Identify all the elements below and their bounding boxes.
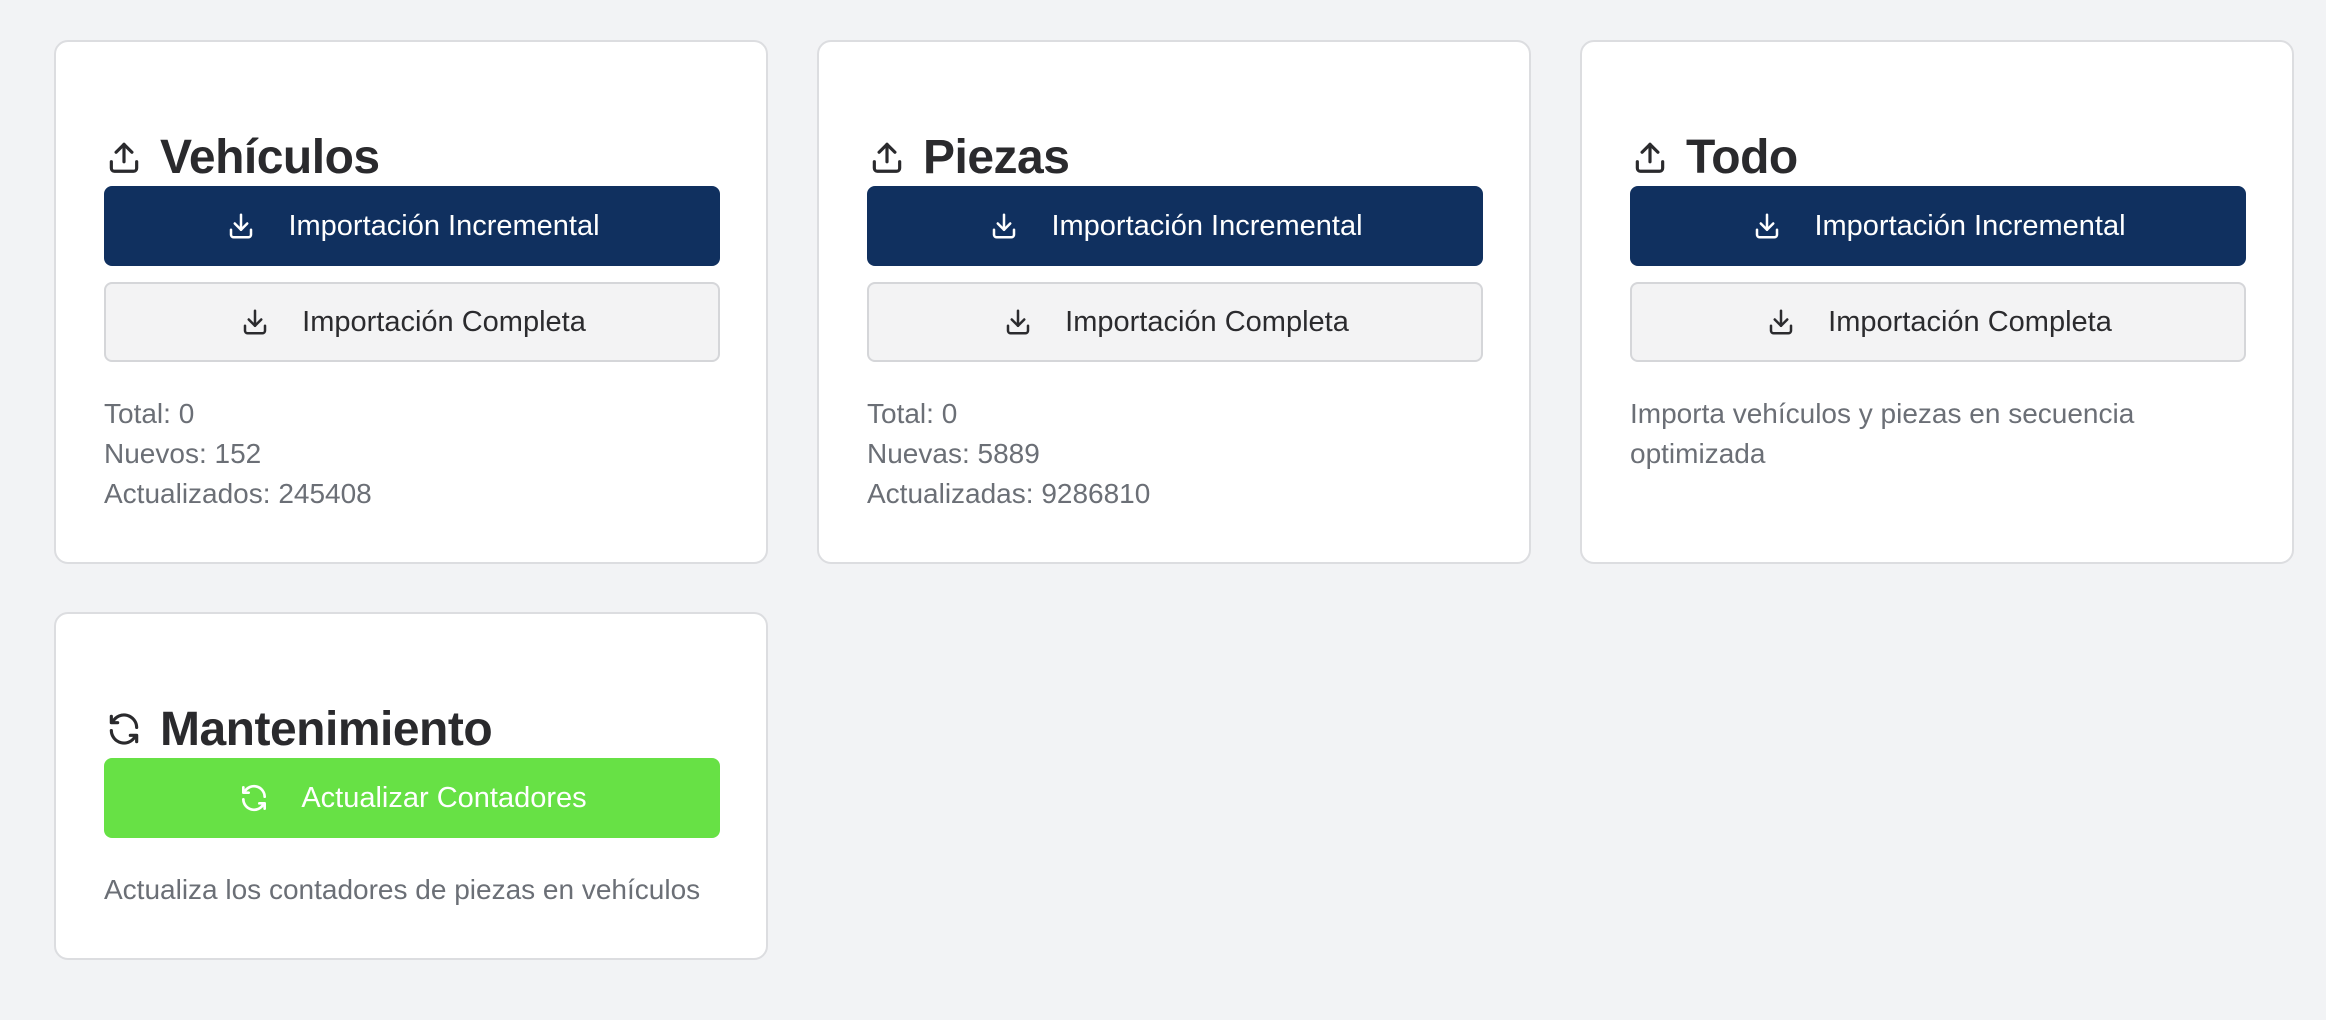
vehiculos-actualizados: Actualizados: 245408 <box>104 478 372 509</box>
upload-icon <box>867 137 907 177</box>
download-icon <box>238 305 272 339</box>
download-icon <box>224 209 258 243</box>
mantenimiento-title: Mantenimiento <box>160 702 493 756</box>
piezas-nuevas: Nuevas: 5889 <box>867 438 1040 469</box>
piezas-title: Piezas <box>923 130 1070 184</box>
vehiculos-nuevos: Nuevos: 152 <box>104 438 262 469</box>
vehiculos-stats: Total: 0 Nuevos: 152 Actualizados: 24540… <box>104 394 372 514</box>
vehiculos-card: Vehículos Importación Incremental Import… <box>54 40 768 564</box>
piezas-incremental-import-label: Importación Incremental <box>1051 209 1363 242</box>
vehiculos-title: Vehículos <box>160 130 380 184</box>
update-counters-button[interactable]: Actualizar Contadores <box>104 758 720 838</box>
upload-icon <box>104 137 144 177</box>
vehiculos-complete-import-button[interactable]: Importación Completa <box>104 282 720 362</box>
vehiculos-complete-import-label: Importación Completa <box>302 305 586 338</box>
piezas-stats: Total: 0 Nuevas: 5889 Actualizadas: 9286… <box>867 394 1150 514</box>
todo-incremental-import-button[interactable]: Importación Incremental <box>1630 186 2246 266</box>
vehiculos-incremental-import-button[interactable]: Importación Incremental <box>104 186 720 266</box>
piezas-total: Total: 0 <box>867 398 958 429</box>
todo-incremental-import-label: Importación Incremental <box>1814 209 2126 242</box>
piezas-incremental-import-button[interactable]: Importación Incremental <box>867 186 1483 266</box>
vehiculos-incremental-import-label: Importación Incremental <box>288 209 600 242</box>
download-icon <box>1001 305 1035 339</box>
refresh-icon <box>237 781 271 815</box>
todo-complete-import-button[interactable]: Importación Completa <box>1630 282 2246 362</box>
piezas-complete-import-button[interactable]: Importación Completa <box>867 282 1483 362</box>
piezas-actualizadas: Actualizadas: 9286810 <box>867 478 1151 509</box>
todo-complete-import-label: Importación Completa <box>1828 305 2112 338</box>
mantenimiento-description: Actualiza los contadores de piezas en ve… <box>104 874 701 905</box>
todo-description: Importa vehículos y piezas en secuencia … <box>1630 398 2135 469</box>
upload-icon <box>1630 137 1670 177</box>
todo-card: Todo Importación Incremental Importación… <box>1580 40 2294 564</box>
download-icon <box>1750 209 1784 243</box>
piezas-card: Piezas Importación Incremental Importaci… <box>817 40 1531 564</box>
refresh-icon <box>104 709 144 749</box>
update-counters-label: Actualizar Contadores <box>301 781 587 814</box>
download-icon <box>1764 305 1798 339</box>
todo-title: Todo <box>1686 130 1798 184</box>
vehiculos-total: Total: 0 <box>104 398 195 429</box>
piezas-complete-import-label: Importación Completa <box>1065 305 1349 338</box>
mantenimiento-card: Mantenimiento Actualizar Contadores Actu… <box>54 612 768 960</box>
download-icon <box>987 209 1021 243</box>
